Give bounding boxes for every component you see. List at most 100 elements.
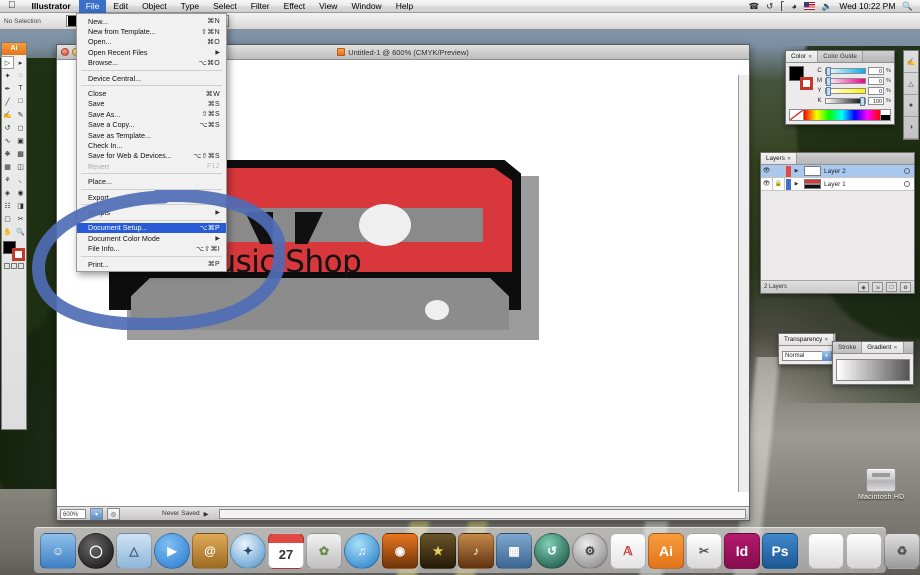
dock-item-safari[interactable]: ✦ bbox=[230, 533, 266, 569]
menu-bar-clock[interactable]: Wed 10:22 PM bbox=[839, 1, 895, 11]
stroke-color-box[interactable] bbox=[12, 248, 25, 261]
color-fill-stroke-proxy[interactable] bbox=[789, 66, 813, 90]
black-value[interactable]: 100 bbox=[868, 97, 884, 105]
menu-effect[interactable]: Effect bbox=[277, 0, 313, 13]
layer-name[interactable]: Layer 2 bbox=[824, 168, 904, 175]
menu-file[interactable]: File bbox=[78, 0, 107, 13]
menu-item-save-as-template[interactable]: Save as Template... bbox=[77, 130, 226, 140]
scale-tool[interactable]: ◻ bbox=[14, 121, 27, 134]
menu-item-file-info[interactable]: File Info... ⌥⇧⌘I bbox=[77, 243, 226, 253]
dock-item-preview[interactable]: △ bbox=[116, 533, 152, 569]
yellow-slider[interactable] bbox=[825, 87, 866, 96]
dock-item-dashboard[interactable]: ◯ bbox=[78, 533, 114, 569]
eyedropper-tool[interactable]: ⚘ bbox=[1, 173, 14, 186]
menu-item-document-color-mode[interactable]: Document Color Mode ▶ bbox=[77, 233, 226, 243]
dock-item-ichat[interactable]: ▶ bbox=[154, 533, 190, 569]
dock-item-illustrator[interactable]: Ai bbox=[648, 533, 684, 569]
slice-tool[interactable]: ◨ bbox=[14, 199, 27, 212]
slider-knob[interactable] bbox=[826, 87, 831, 96]
magenta-slider[interactable] bbox=[825, 77, 866, 86]
hand-tool[interactable]: ✋ bbox=[1, 225, 14, 238]
flag-icon[interactable] bbox=[803, 2, 815, 10]
app-name-menu[interactable]: Illustrator bbox=[24, 1, 79, 11]
yellow-value[interactable]: 0 bbox=[868, 87, 884, 95]
slider-knob[interactable] bbox=[826, 77, 831, 86]
black-slider[interactable] bbox=[825, 97, 866, 106]
paintbrush-tool[interactable]: ✍ bbox=[1, 108, 14, 121]
line-segment-tool[interactable]: ╱ bbox=[1, 95, 14, 108]
menu-help[interactable]: Help bbox=[389, 0, 420, 13]
close-icon[interactable]: ✕ bbox=[808, 54, 812, 60]
macintosh-hd-desktop-icon[interactable]: Macintosh HD bbox=[858, 468, 904, 501]
color-spectrum-bar[interactable] bbox=[789, 109, 891, 121]
new-sublayer-icon[interactable]: ⇲ bbox=[872, 282, 883, 292]
tab-color[interactable]: Color ✕ bbox=[786, 51, 819, 62]
status-menu-arrow-icon[interactable]: ▶ bbox=[204, 510, 209, 518]
dock-item-spaces[interactable]: ▦ bbox=[496, 533, 532, 569]
blend-mode-select[interactable]: Normal ▾ bbox=[782, 351, 832, 361]
menu-item-open[interactable]: Open... ⌘O bbox=[77, 37, 226, 47]
dock-item-finder[interactable]: ☺ bbox=[40, 533, 76, 569]
lock-toggle-icon[interactable]: 🔒 bbox=[773, 177, 785, 191]
timemachine-icon[interactable]: ↺ bbox=[766, 2, 773, 11]
visibility-toggle-icon[interactable]: 👁 bbox=[761, 164, 773, 178]
rotate-tool[interactable]: ↺ bbox=[1, 121, 14, 134]
full-screen-mode-button[interactable] bbox=[18, 263, 24, 269]
wifi-icon[interactable]: ◕ bbox=[792, 2, 797, 11]
free-transform-tool[interactable]: ▣ bbox=[14, 134, 27, 147]
selection-tool[interactable]: ▷ bbox=[1, 56, 14, 69]
menu-type[interactable]: Type bbox=[174, 0, 206, 13]
warp-tool[interactable]: ∿ bbox=[1, 134, 14, 147]
dock-item-photo-booth[interactable]: ◉ bbox=[382, 533, 418, 569]
slider-knob[interactable] bbox=[860, 97, 865, 106]
dock-item-documents-stack[interactable] bbox=[808, 533, 844, 569]
symbol-sprayer-tool[interactable]: ❋ bbox=[1, 147, 14, 160]
target-indicator-icon[interactable] bbox=[904, 181, 910, 187]
tab-color-guide[interactable]: Color Guide bbox=[818, 51, 863, 62]
normal-screen-mode-button[interactable] bbox=[4, 263, 10, 269]
menu-item-place[interactable]: Place... bbox=[77, 176, 226, 186]
menu-select[interactable]: Select bbox=[206, 0, 244, 13]
horizontal-scrollbar[interactable] bbox=[218, 508, 746, 519]
column-graph-tool[interactable]: ▩ bbox=[14, 147, 27, 160]
menu-filter[interactable]: Filter bbox=[244, 0, 277, 13]
graphic-styles-panel-icon[interactable]: ● bbox=[904, 95, 918, 117]
menu-item-device-central[interactable]: Device Central... bbox=[77, 73, 226, 83]
pen-tool[interactable]: ✒ bbox=[1, 82, 14, 95]
cyan-slider[interactable] bbox=[825, 67, 866, 76]
close-icon[interactable]: ✕ bbox=[824, 337, 828, 343]
layer-row-layer-2[interactable]: 👁 ▶ Layer 2 bbox=[761, 164, 914, 178]
direct-selection-tool[interactable]: ▸ bbox=[14, 56, 27, 69]
artboard-nav-icon[interactable]: ◎ bbox=[107, 507, 120, 520]
dock-item-iphoto[interactable]: ✿ bbox=[306, 533, 342, 569]
slider-knob[interactable] bbox=[826, 67, 831, 76]
none-swatch[interactable] bbox=[790, 110, 804, 120]
stroke-proxy[interactable] bbox=[800, 77, 813, 90]
dock-item-bridge[interactable]: ✂ bbox=[686, 533, 722, 569]
cyan-value[interactable]: 0 bbox=[868, 67, 884, 75]
zoom-tool[interactable]: 🔍 bbox=[14, 225, 27, 238]
dock-item-imovie[interactable]: ★ bbox=[420, 533, 456, 569]
dock-item-time-machine[interactable]: ↺ bbox=[534, 533, 570, 569]
menu-window[interactable]: Window bbox=[344, 0, 388, 13]
close-icon[interactable]: ✕ bbox=[787, 156, 791, 162]
dock-item-photoshop[interactable]: Ps bbox=[762, 533, 798, 569]
menu-item-document-setup[interactable]: Document Setup... ⌥⌘P bbox=[77, 222, 226, 234]
tab-layers[interactable]: Layers ✕ bbox=[761, 153, 798, 164]
gradient-preview-bar[interactable] bbox=[836, 359, 910, 381]
menu-item-save-a-copy[interactable]: Save a Copy... ⌥⌘S bbox=[77, 120, 226, 130]
menu-item-print[interactable]: Print... ⌘P bbox=[77, 259, 226, 269]
chevron-down-icon[interactable]: ▾ bbox=[822, 351, 831, 361]
bluetooth-icon[interactable]: ⎡ bbox=[780, 2, 784, 11]
menu-object[interactable]: Object bbox=[135, 0, 174, 13]
brushes-panel-icon[interactable]: ✍ bbox=[904, 51, 918, 73]
dock-item-address-book[interactable]: @ bbox=[192, 533, 228, 569]
search-icon[interactable]: 🔍 bbox=[902, 2, 913, 11]
tab-stroke[interactable]: Stroke bbox=[833, 342, 863, 353]
layer-name[interactable]: Layer 1 bbox=[824, 181, 904, 188]
menu-item-open-recent-files[interactable]: Open Recent Files ▶ bbox=[77, 47, 226, 57]
magenta-value[interactable]: 0 bbox=[868, 77, 884, 85]
dock-item-downloads-stack[interactable] bbox=[846, 533, 882, 569]
mesh-tool[interactable]: ▦ bbox=[1, 160, 14, 173]
menu-view[interactable]: View bbox=[312, 0, 344, 13]
